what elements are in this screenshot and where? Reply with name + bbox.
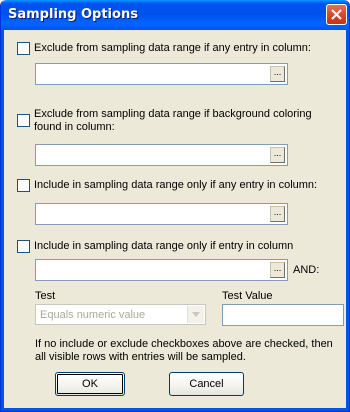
exclude-background-color-column-field[interactable]: ... [35,144,288,166]
include-any-entry-checkbox[interactable] [17,179,30,192]
test-label: Test [35,290,56,302]
exclude-background-color-label: Exclude from sampling data range if back… [34,108,312,133]
include-entry-checkbox[interactable] [17,240,30,253]
cancel-button[interactable]: Cancel [169,372,244,396]
sampling-note: If no include or exclude checkboxes abov… [35,338,333,363]
ok-button[interactable]: OK [55,372,125,396]
test-select-value: Equals numeric value [40,309,146,321]
window-frame-right [346,30,349,411]
exclude-any-entry-column-field[interactable]: ... [35,63,288,85]
and-label: AND: [293,264,320,276]
close-icon [331,9,342,20]
test-select[interactable]: Equals numeric value [35,304,206,325]
dialog-title: Sampling Options [8,7,138,22]
exclude-any-entry-label: Exclude from sampling data range if any … [34,42,311,54]
include-any-entry-picker-button[interactable]: ... [270,206,285,222]
include-any-entry-label: Include in sampling data range only if a… [34,179,318,191]
test-value-input[interactable] [222,304,344,326]
include-entry-column-field[interactable]: ... [35,259,288,281]
window-frame-left [1,30,4,411]
sampling-options-dialog: Sampling Options Exclude from sampling d… [0,0,350,412]
exclude-background-color-checkbox[interactable] [17,114,30,127]
exclude-any-entry-checkbox[interactable] [17,42,30,55]
include-entry-label: Include in sampling data range only if e… [34,240,294,252]
chevron-down-icon [192,312,200,317]
exclude-any-entry-picker-button[interactable]: ... [270,66,285,82]
window-frame-bottom [1,408,349,411]
close-button[interactable] [326,4,347,25]
exclude-background-color-picker-button[interactable]: ... [270,147,285,163]
title-bar: Sampling Options [1,0,349,30]
include-any-entry-column-field[interactable]: ... [35,203,288,225]
test-value-label: Test Value [222,290,273,302]
include-entry-picker-button[interactable]: ... [270,262,285,278]
test-select-dropdown-button[interactable] [187,306,204,323]
